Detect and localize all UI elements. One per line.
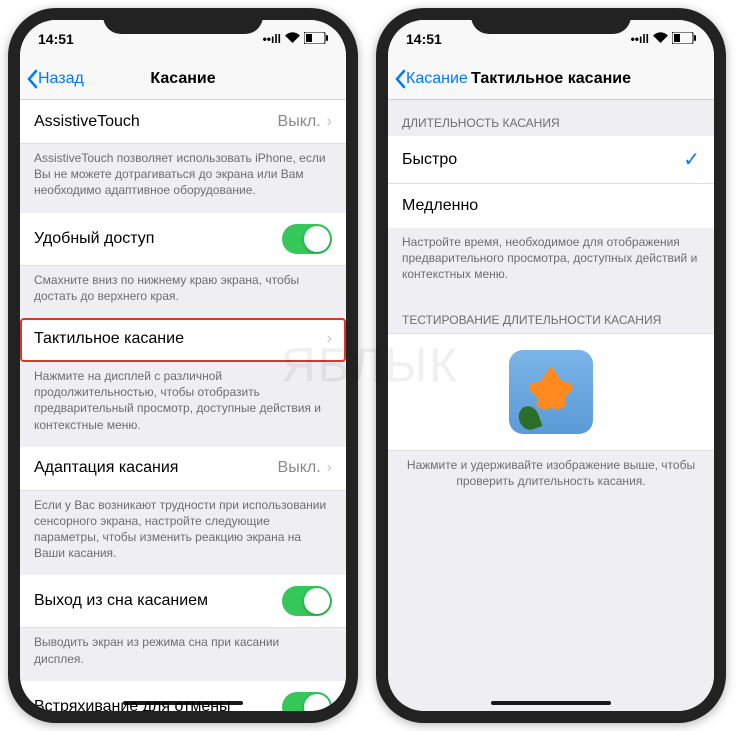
nav-bar: Назад Касание [20,58,346,100]
chevron-left-icon [26,69,38,89]
status-time: 14:51 [406,31,442,47]
setting-row-2[interactable]: Тактильное касание › [20,318,346,362]
toggle-knob [304,694,330,711]
setting-value: Выкл.› [278,113,332,131]
status-icons: ••ıll [263,32,328,47]
setting-row-3[interactable]: Адаптация касания Выкл.› [20,447,346,491]
back-button[interactable]: Назад [20,69,84,89]
setting-label: Выход из сна касанием [34,592,208,610]
section-footer-duration: Настройте время, необходимое для отображ… [388,228,714,297]
signal-icon: ••ıll [631,32,649,46]
home-indicator[interactable] [491,701,611,705]
setting-footer: AssistiveTouch позволяет использовать iP… [20,144,346,213]
setting-row-4[interactable]: Выход из сна касанием [20,575,346,628]
toggle-switch[interactable] [282,586,332,616]
setting-label: Тактильное касание [34,330,184,348]
chevron-right-icon: › [327,113,332,131]
setting-footer: Если у Вас возникают трудности при испол… [20,491,346,576]
settings-list[interactable]: ДЛИТЕЛЬНОСТЬ КАСАНИЯ Быстро ✓ Медленно Нас… [388,100,714,711]
setting-value: Выкл.› [278,459,332,477]
chevron-left-icon [394,69,406,89]
back-label: Касание [406,70,468,88]
section-header-test: ТЕСТИРОВАНИЕ ДЛИТЕЛЬНОСТИ КАСАНИЯ [388,297,714,333]
toggle-switch[interactable] [282,692,332,711]
test-touch-area[interactable] [388,334,714,450]
setting-label: Адаптация касания [34,459,178,477]
setting-row-1[interactable]: Удобный доступ [20,213,346,266]
battery-icon [672,32,696,47]
settings-list[interactable]: AssistiveTouch Выкл.› AssistiveTouch позво… [20,100,346,711]
setting-row-5[interactable]: Встряхивание для отмены [20,681,346,711]
test-image[interactable] [509,350,593,434]
nav-bar: Касание Тактильное касание [388,58,714,100]
status-icons: ••ıll [631,32,696,47]
phone-right: 14:51 ••ıll Касание Тактильное касание [376,8,726,723]
toggle-knob [304,588,330,614]
setting-label: AssistiveTouch [34,113,140,131]
section-header-duration: ДЛИТЕЛЬНОСТЬ КАСАНИЯ [388,100,714,136]
setting-footer: Выводить экран из режима сна при касании… [20,628,346,680]
signal-icon: ••ıll [263,32,281,46]
setting-row-0[interactable]: AssistiveTouch Выкл.› [20,100,346,144]
screen-right: 14:51 ••ıll Касание Тактильное касание [388,20,714,711]
notch [471,8,631,34]
back-label: Назад [38,70,84,88]
status-time: 14:51 [38,31,74,47]
back-button[interactable]: Касание [388,69,468,89]
section-footer-test: Нажмите и удерживайте изображение выше, … [388,451,714,503]
phone-pair: 14:51 ••ıll Назад Касание As [0,0,740,731]
battery-icon [304,32,328,47]
duration-option-1[interactable]: Медленно [388,184,714,228]
option-label: Быстро [402,151,457,169]
notch [103,8,263,34]
wifi-icon [653,32,668,46]
toggle-switch[interactable] [282,224,332,254]
home-indicator[interactable] [123,701,243,705]
setting-label: Удобный доступ [34,230,154,248]
phone-left: 14:51 ••ıll Назад Касание As [8,8,358,723]
setting-footer: Смахните вниз по нижнему краю экрана, чт… [20,266,346,318]
setting-value: › [327,330,332,348]
option-label: Медленно [402,197,478,215]
chevron-right-icon: › [327,459,332,477]
setting-footer: Нажмите на дисплей с различной продолжит… [20,362,346,447]
wifi-icon [285,32,300,46]
screen-left: 14:51 ••ıll Назад Касание As [20,20,346,711]
checkmark-icon: ✓ [683,147,700,172]
duration-option-0[interactable]: Быстро ✓ [388,136,714,184]
toggle-knob [304,226,330,252]
chevron-right-icon: › [327,330,332,348]
